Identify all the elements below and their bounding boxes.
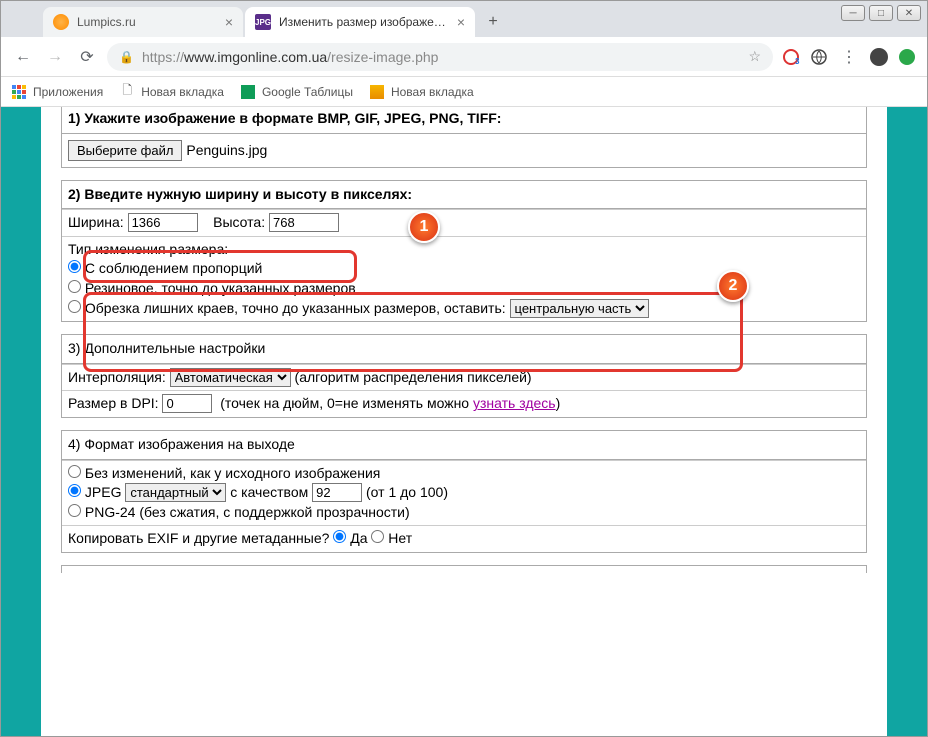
radio-label: JPEG xyxy=(85,484,125,500)
reload-button[interactable]: ⟳ xyxy=(75,45,99,69)
resize-crop-radio[interactable] xyxy=(68,300,81,313)
maximize-button[interactable]: □ xyxy=(869,5,893,21)
step2-title: 2) Введите нужную ширину и высоту в пикс… xyxy=(62,181,866,210)
tab-imgonline[interactable]: JPG Изменить размер изображения × xyxy=(245,7,475,37)
menu-icon[interactable]: ⋮ xyxy=(837,45,861,69)
apps-bookmark[interactable]: Приложения xyxy=(11,84,103,100)
dpi-input[interactable] xyxy=(162,394,212,413)
content-column: 1) Укажите изображение в формате BMP, GI… xyxy=(41,107,887,736)
resize-type-label: Тип изменения размера: xyxy=(68,240,860,260)
exif-no-radio[interactable] xyxy=(371,530,384,543)
apps-icon xyxy=(11,84,27,100)
step4-section: 4) Формат изображения на выходе Без изме… xyxy=(61,430,867,553)
bookmark-label: Новая вкладка xyxy=(141,85,224,99)
step1-title: 1) Укажите изображение в формате BMP, GI… xyxy=(62,107,866,134)
dpi-note-close: ) xyxy=(556,395,561,411)
bookmark-new-tab-2[interactable]: Новая вкладка xyxy=(369,84,474,100)
step3-title: 3) Дополнительные настройки xyxy=(62,335,866,364)
lumpics-favicon xyxy=(53,14,69,30)
avatar-icon[interactable] xyxy=(869,47,889,67)
width-label: Ширина: xyxy=(68,214,124,230)
chosen-filename: Penguins.jpg xyxy=(186,142,267,158)
radio-label: PNG-24 (без сжатия, с поддержкой прозрач… xyxy=(85,504,410,520)
radio-label: Резиновое, точно до указанных размеров xyxy=(85,280,356,296)
bookmark-star-icon[interactable]: ☆ xyxy=(748,48,761,65)
toolbar: ← → ⟳ 🔒 https://www.imgonline.com.ua/res… xyxy=(1,37,927,77)
height-input[interactable] xyxy=(269,213,339,232)
bookmark-google-sheets[interactable]: Google Таблицы xyxy=(240,84,353,100)
bookmarks-bar: Приложения 🗋 Новая вкладка Google Таблиц… xyxy=(1,77,927,107)
resize-stretch-radio[interactable] xyxy=(68,280,81,293)
radio-label: Да xyxy=(350,530,371,546)
bookmark-label: Google Таблицы xyxy=(262,85,353,99)
imgonline-favicon: JPG xyxy=(255,14,271,30)
bookmark-label: Приложения xyxy=(33,85,103,99)
resize-type-row: Тип изменения размера: С соблюдением про… xyxy=(62,236,866,321)
jpeg-quality-input[interactable] xyxy=(312,483,362,502)
format-nochange-radio[interactable] xyxy=(68,465,81,478)
new-tab-button[interactable]: + xyxy=(481,10,505,34)
url-scheme: https:// xyxy=(142,49,184,65)
dpi-note: (точек на дюйм, 0=не изменять можно xyxy=(220,395,473,411)
page-icon: 🗋 xyxy=(119,84,135,100)
dpi-label: Размер в DPI: xyxy=(68,395,159,411)
quality-label: с качеством xyxy=(226,484,312,500)
bookmark-new-tab-1[interactable]: 🗋 Новая вкладка xyxy=(119,84,224,100)
extension-icon-2[interactable] xyxy=(809,47,829,67)
step5-section-partial xyxy=(61,565,867,573)
bookmark-label: Новая вкладка xyxy=(391,85,474,99)
radio-label: Без изменений, как у исходного изображен… xyxy=(85,465,380,481)
dimensions-row: Ширина: Высота: xyxy=(62,209,866,236)
tab-lumpics[interactable]: Lumpics.ru × xyxy=(43,7,243,37)
jpeg-type-select[interactable]: стандартный xyxy=(125,483,226,502)
back-button[interactable]: ← xyxy=(11,45,35,69)
close-tab-icon[interactable]: × xyxy=(225,14,233,30)
resize-proportional-radio[interactable] xyxy=(68,260,81,273)
exif-yes-radio[interactable] xyxy=(333,530,346,543)
height-label: Высота: xyxy=(213,214,265,230)
step2-section: 2) Введите нужную ширину и высоту в пикс… xyxy=(61,180,867,323)
choose-file-button[interactable]: Выберите файл xyxy=(68,140,182,161)
exif-label: Копировать EXIF и другие метаданные? xyxy=(68,530,333,546)
interpolation-label: Интерполяция: xyxy=(68,369,166,385)
url-host: www.imgonline.com.ua xyxy=(184,49,327,65)
interpolation-row: Интерполяция: Автоматическая (алгоритм р… xyxy=(62,364,866,391)
interpolation-note: (алгоритм распределения пикселей) xyxy=(295,369,532,385)
url-path: /resize-image.php xyxy=(327,49,438,65)
dpi-help-link[interactable]: узнать здесь xyxy=(473,395,556,411)
tab-strip: Lumpics.ru × JPG Изменить размер изображ… xyxy=(1,1,927,37)
dpi-row: Размер в DPI: (точек на дюйм, 0=не измен… xyxy=(62,390,866,417)
close-window-button[interactable]: ✕ xyxy=(897,5,921,21)
lock-icon: 🔒 xyxy=(119,50,134,64)
step3-section: 3) Дополнительные настройки Интерполяция… xyxy=(61,334,867,418)
address-bar[interactable]: 🔒 https://www.imgonline.com.ua/resize-im… xyxy=(107,43,773,71)
quality-range: (от 1 до 100) xyxy=(362,484,448,500)
width-input[interactable] xyxy=(128,213,198,232)
sheets-icon xyxy=(240,84,256,100)
forward-button: → xyxy=(43,45,67,69)
exif-row: Копировать EXIF и другие метаданные? Да … xyxy=(62,525,866,552)
extension-icon-3[interactable] xyxy=(897,47,917,67)
output-format-row: Без изменений, как у исходного изображен… xyxy=(62,460,866,526)
radio-label: С соблюдением пропорций xyxy=(85,260,262,276)
radio-label: Нет xyxy=(388,530,412,546)
tab-label: Lumpics.ru xyxy=(77,15,219,29)
page-icon xyxy=(369,84,385,100)
radio-label: Обрезка лишних краев, точно до указанных… xyxy=(85,300,506,316)
extension-icon-1[interactable]: 3 xyxy=(781,47,801,67)
interpolation-select[interactable]: Автоматическая xyxy=(170,368,291,387)
close-tab-icon[interactable]: × xyxy=(457,14,465,30)
crop-position-select[interactable]: центральную часть xyxy=(510,299,649,318)
page-viewport: 1) Укажите изображение в формате BMP, GI… xyxy=(1,107,927,736)
step4-title: 4) Формат изображения на выходе xyxy=(62,431,866,460)
step1-section: 1) Укажите изображение в формате BMP, GI… xyxy=(61,107,867,168)
format-png-radio[interactable] xyxy=(68,504,81,517)
minimize-button[interactable]: ─ xyxy=(841,5,865,21)
step1-body: Выберите файл Penguins.jpg xyxy=(62,134,866,167)
svg-text:3: 3 xyxy=(795,57,800,66)
tab-label: Изменить размер изображения xyxy=(279,15,451,29)
format-jpeg-radio[interactable] xyxy=(68,484,81,497)
